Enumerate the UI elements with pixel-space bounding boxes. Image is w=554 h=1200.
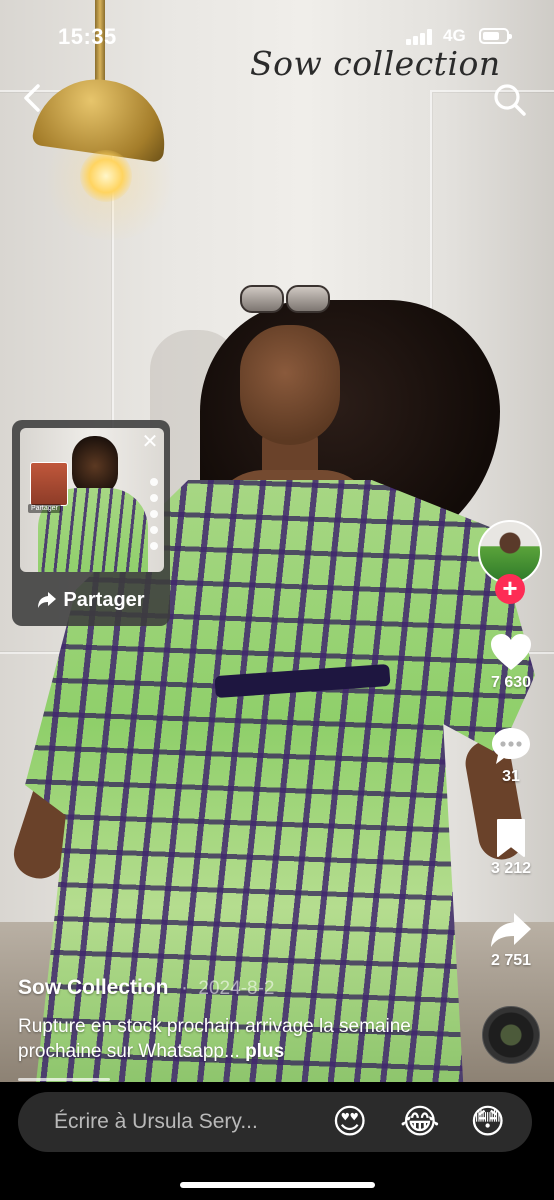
back-button[interactable] (18, 80, 50, 116)
bookmark-icon (497, 819, 525, 857)
model-face (240, 325, 340, 445)
heart-eyes-emoji-button[interactable]: 😍 (332, 1104, 367, 1140)
share-popup: Partager ✕ Partager (12, 420, 170, 626)
bottom-bar: Écrire à Ursula Sery... 😍 😂 😳 (0, 1082, 554, 1200)
share-label: Partager (63, 588, 145, 611)
share-popup-button[interactable]: Partager (12, 580, 170, 620)
back-arrow-icon (24, 84, 40, 112)
lamp-bulb (80, 150, 132, 202)
creator-username[interactable]: Sow Collection (18, 976, 169, 999)
share-count: 2 751 (490, 952, 532, 969)
caption-separator: · (180, 976, 188, 999)
save-count: 3 212 (490, 860, 532, 877)
battery-icon (479, 28, 512, 44)
heart-icon (491, 634, 531, 670)
comment-bubble-icon (492, 728, 530, 764)
sunglasses (240, 285, 330, 313)
brand-watermark: Sow collection (250, 44, 501, 83)
like-count: 7 630 (490, 674, 532, 691)
comment-input[interactable]: Écrire à Ursula Sery... 😍 😂 😳 (18, 1092, 532, 1152)
home-indicator[interactable] (180, 1182, 375, 1188)
search-button[interactable] (490, 80, 530, 120)
post-date: 2024-8-2 (198, 978, 275, 999)
like-button[interactable]: 7 630 (476, 632, 546, 692)
status-time: 15:35 (58, 24, 117, 49)
follow-button[interactable]: + (495, 574, 525, 604)
laughing-emoji-button[interactable]: 😂 (400, 1104, 440, 1140)
thumb-share-label: Partager (28, 504, 61, 513)
search-icon (494, 84, 526, 116)
thumb-action-icons (150, 478, 160, 568)
share-button[interactable]: 2 751 (476, 910, 546, 970)
post-caption: Sow Collection · 2024-8-2 Rupture en sto… (18, 976, 488, 1064)
flushed-emoji-button[interactable]: 😳 (470, 1104, 505, 1140)
thumb-model (72, 436, 118, 496)
description-text: Rupture en stock prochain arrivage la se… (18, 1016, 411, 1062)
share-arrow-icon (491, 913, 531, 947)
plus-icon: + (502, 573, 518, 603)
comment-placeholder[interactable]: Écrire à Ursula Sery... (54, 1110, 258, 1134)
signal-icon (406, 29, 434, 45)
save-button[interactable]: 3 212 (476, 818, 546, 878)
music-disc-icon[interactable] (482, 1006, 540, 1064)
comment-count: 31 (502, 768, 520, 785)
video-progress-bar[interactable] (18, 1078, 110, 1081)
comment-button[interactable]: 31 (476, 726, 546, 786)
caption-header: Sow Collection · 2024-8-2 (18, 976, 488, 1000)
post-description[interactable]: Rupture en stock prochain arrivage la se… (18, 1014, 488, 1064)
network-type: 4G (443, 26, 466, 45)
thumb-inset (30, 462, 68, 506)
share-arrow-icon (38, 592, 57, 608)
more-link[interactable]: plus (245, 1041, 284, 1062)
close-icon[interactable]: ✕ (138, 430, 162, 454)
